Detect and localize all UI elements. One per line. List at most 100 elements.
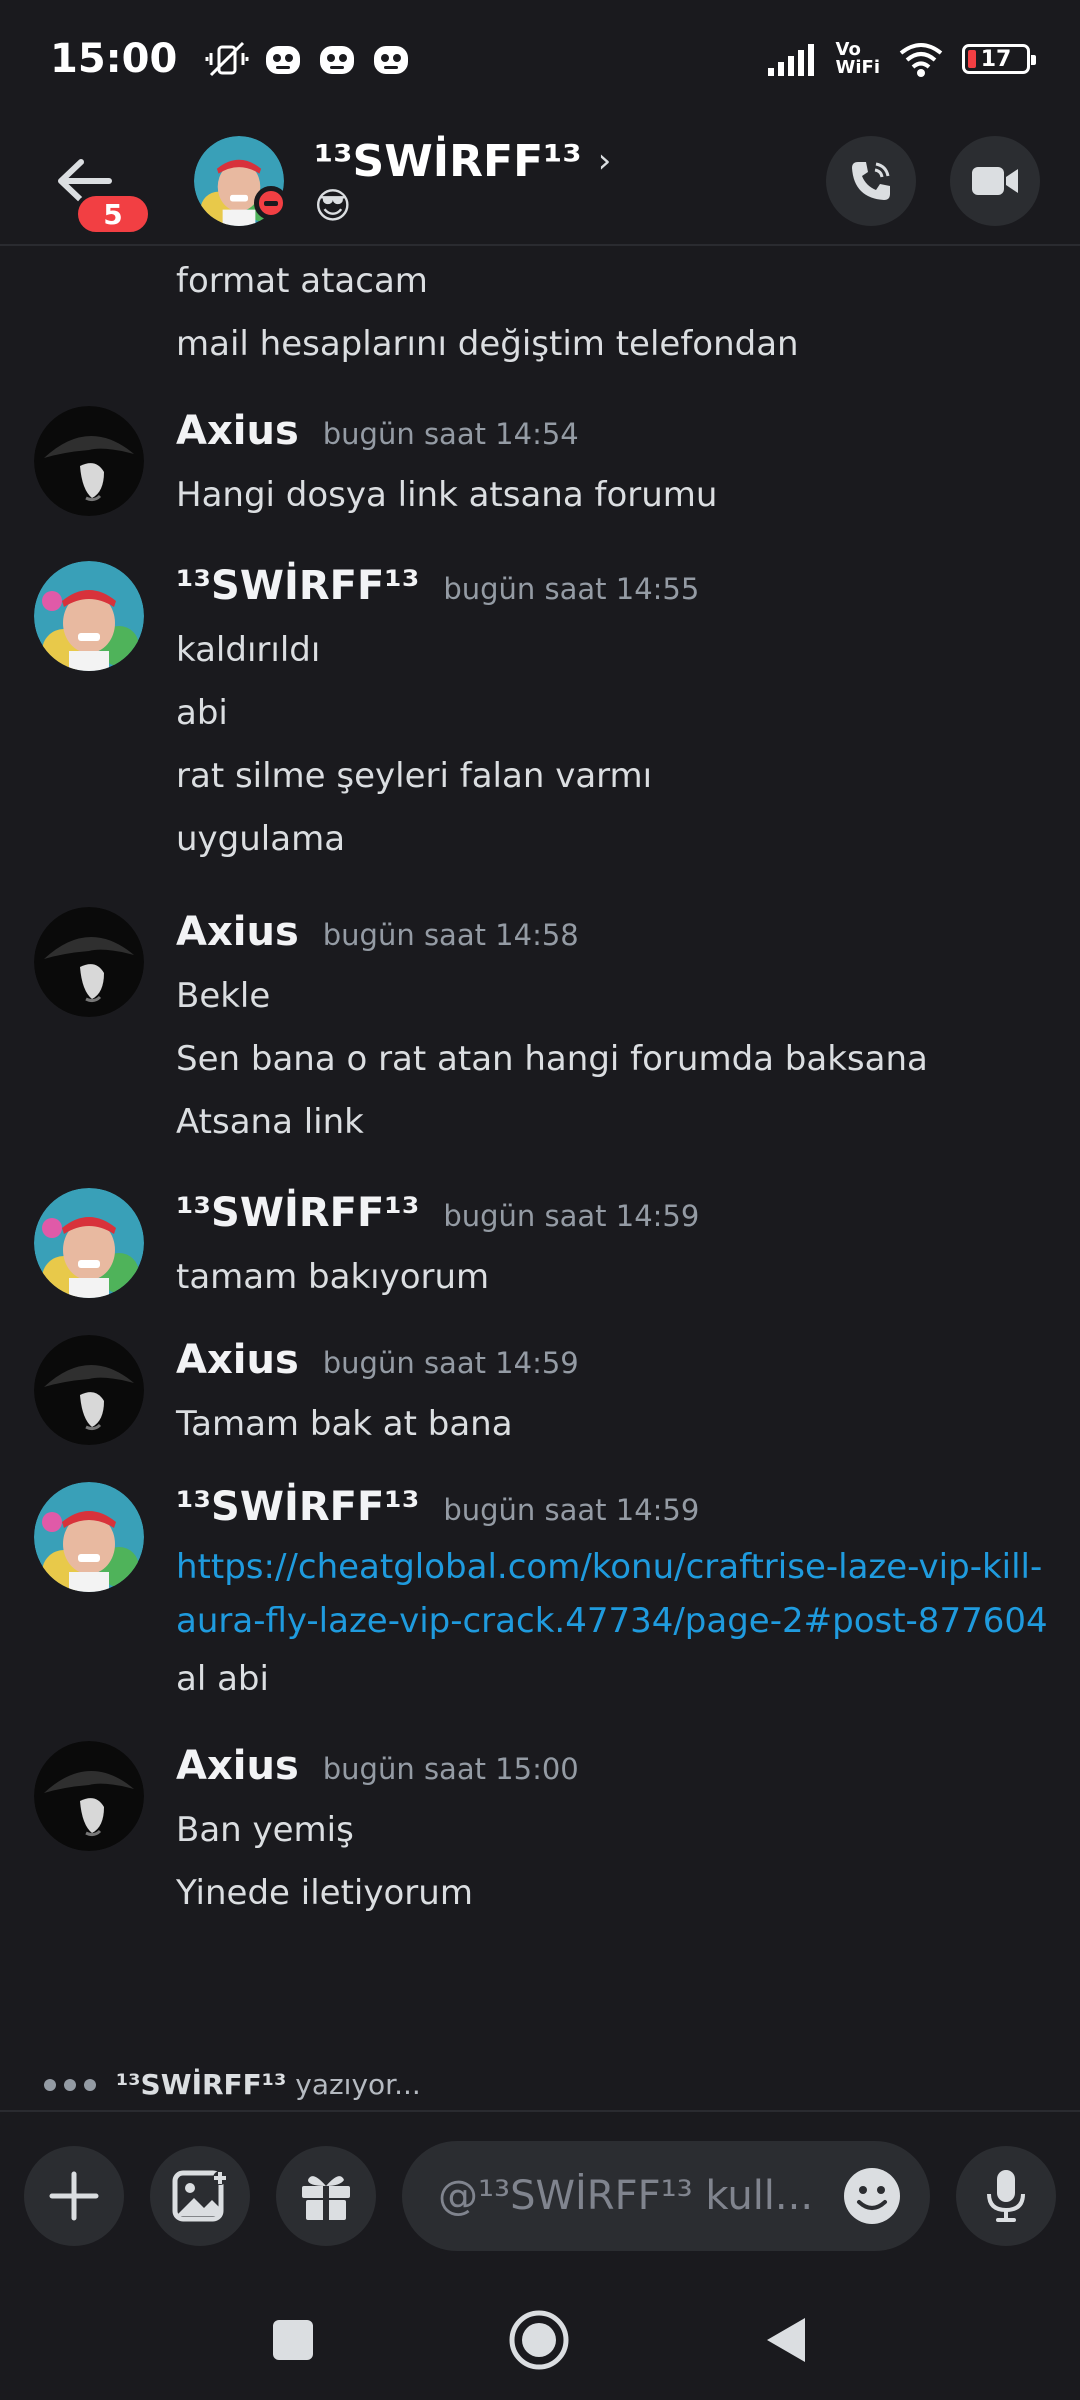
user-avatar[interactable] bbox=[34, 907, 144, 1017]
video-camera-icon bbox=[972, 167, 1018, 195]
author-name[interactable]: Axius bbox=[176, 1743, 299, 1789]
message-body: Axius bugün saat 15:00 Ban yemiş Yinede ile… bbox=[176, 1741, 1080, 1925]
custom-status-emoji: 😎 bbox=[314, 185, 352, 227]
message-header: ¹³SWİRFF¹³ bugün saat 14:59 bbox=[176, 1190, 1060, 1246]
typing-dots-icon bbox=[44, 2078, 96, 2091]
message-text: uygulama bbox=[176, 819, 346, 859]
dnd-status-dot bbox=[254, 186, 288, 220]
chevron-right-icon: › bbox=[597, 141, 612, 181]
message-input[interactable]: @¹³SWİRFF¹³ kull... bbox=[402, 2141, 930, 2251]
battery-indicator: 17 bbox=[962, 44, 1036, 74]
user-avatar[interactable] bbox=[34, 1741, 144, 1851]
app-notification-icon bbox=[317, 41, 357, 77]
typing-suffix: yazıyor... bbox=[286, 2068, 421, 2101]
wifi-icon bbox=[898, 41, 944, 77]
message-timestamp: bugün saat 14:55 bbox=[443, 572, 700, 606]
message-body: ¹³SWİRFF¹³ bugün saat 14:55 kaldırıldı abi r… bbox=[176, 561, 1080, 871]
message-text: Sen bana o rat atan hangi forumda baksan… bbox=[176, 1039, 928, 1079]
message-body: ¹³SWİRFF¹³ bugün saat 14:59 https://cheatg… bbox=[176, 1482, 1080, 1711]
message-timestamp: bugün saat 15:00 bbox=[322, 1752, 579, 1786]
message-timestamp: bugün saat 14:54 bbox=[322, 417, 579, 451]
author-name[interactable]: Axius bbox=[176, 408, 299, 454]
mute-vibrate-icon bbox=[205, 39, 249, 79]
system-navigation-bar bbox=[0, 2280, 1080, 2400]
author-name[interactable]: Axius bbox=[176, 1337, 299, 1383]
smiley-icon bbox=[844, 2168, 900, 2224]
message-timestamp: bugün saat 14:59 bbox=[322, 1346, 579, 1380]
message-list: format atacam mail hesaplarını değiştim t… bbox=[0, 248, 1080, 2108]
message-text: format atacam bbox=[176, 261, 428, 301]
vowifi-label: Vo WiFi bbox=[835, 39, 881, 78]
author-name[interactable]: Axius bbox=[176, 909, 299, 955]
typing-user-name: ¹³SWİRFF¹³ bbox=[116, 2068, 287, 2101]
plus-icon bbox=[49, 2171, 99, 2221]
chat-header: 5 ¹³SWİRFF¹³ › 😎 bbox=[0, 118, 1080, 246]
back-nav-button[interactable] bbox=[761, 2314, 811, 2366]
user-avatar[interactable] bbox=[34, 561, 144, 671]
message-timestamp: bugün saat 14:59 bbox=[443, 1493, 700, 1527]
app-notification-icon bbox=[263, 41, 303, 77]
message-header: Axius bugün saat 14:59 bbox=[176, 1337, 1060, 1393]
user-avatar[interactable] bbox=[34, 1482, 144, 1592]
battery-level: 17 bbox=[980, 46, 1012, 72]
message-text: al abi bbox=[176, 1659, 269, 1699]
message-header: Axius bugün saat 14:54 bbox=[176, 408, 1060, 464]
message-text: Tamam bak at bana bbox=[176, 1404, 513, 1444]
user-avatar[interactable] bbox=[34, 406, 144, 516]
header-user-info[interactable]: ¹³SWİRFF¹³ › 😎 bbox=[314, 136, 611, 227]
emoji-button[interactable] bbox=[842, 2166, 902, 2226]
message-body: ¹³SWİRFF¹³ bugün saat 14:59 tamam bakıyoru… bbox=[176, 1188, 1080, 1309]
message-body: Axius bugün saat 14:58 Bekle Sen bana o rat… bbox=[176, 907, 1080, 1154]
message-group: ¹³SWİRFF¹³ bugün saat 14:59 https://cheatg… bbox=[0, 1482, 1080, 1711]
app-notification-icon bbox=[371, 41, 411, 77]
status-time: 15:00 bbox=[50, 36, 178, 82]
message-body: Axius bugün saat 14:54 Hangi dosya link at… bbox=[176, 406, 1080, 527]
message-group: Axius bugün saat 14:58 Bekle Sen bana o rat… bbox=[0, 907, 1080, 1154]
home-button[interactable] bbox=[507, 2308, 571, 2372]
author-name[interactable]: ¹³SWİRFF¹³ bbox=[176, 1190, 419, 1236]
screen: 15:00 Vo WiFi 17 5 ¹³SWİRFF¹³ › 😎 format… bbox=[0, 0, 1080, 2400]
message-composer: @¹³SWİRFF¹³ kull... bbox=[0, 2110, 1080, 2280]
video-call-button[interactable] bbox=[950, 136, 1040, 226]
message-text: abi bbox=[176, 693, 228, 733]
message-input-placeholder: @¹³SWİRFF¹³ kull... bbox=[438, 2173, 814, 2219]
message-text: Yinede iletiyorum bbox=[176, 1873, 473, 1913]
message-header: Axius bugün saat 15:00 bbox=[176, 1743, 1060, 1799]
recents-button[interactable] bbox=[269, 2316, 317, 2364]
message-group: ¹³SWİRFF¹³ bugün saat 14:59 tamam bakıyoru… bbox=[0, 1188, 1080, 1309]
add-attachment-button[interactable] bbox=[24, 2146, 124, 2246]
microphone-icon bbox=[987, 2170, 1025, 2222]
voice-message-button[interactable] bbox=[956, 2146, 1056, 2246]
gift-button[interactable] bbox=[276, 2146, 376, 2246]
message-groups: Axius bugün saat 14:54 Hangi dosya link at… bbox=[0, 406, 1080, 1925]
image-icon bbox=[172, 2170, 227, 2222]
user-avatar[interactable] bbox=[34, 1335, 144, 1445]
typing-indicator: ¹³SWİRFF¹³ yazıyor... bbox=[44, 2068, 421, 2101]
message-link[interactable]: https://cheatglobal.com/konu/craftrise-l… bbox=[176, 1540, 1060, 1648]
message-timestamp: bugün saat 14:59 bbox=[443, 1199, 700, 1233]
message-timestamp: bugün saat 14:58 bbox=[322, 918, 579, 952]
gift-icon bbox=[302, 2176, 350, 2222]
message-text: Bekle bbox=[176, 976, 271, 1016]
message-text: kaldırıldı bbox=[176, 630, 321, 670]
media-picker-button[interactable] bbox=[150, 2146, 250, 2246]
message-text: Hangi dosya link atsana forumu bbox=[176, 475, 718, 515]
unread-badge: 5 bbox=[74, 192, 152, 236]
message-header: ¹³SWİRFF¹³ bugün saat 14:55 bbox=[176, 563, 1060, 619]
back-button[interactable]: 5 bbox=[40, 136, 152, 236]
voice-call-button[interactable] bbox=[826, 136, 916, 226]
message-text: Atsana link bbox=[176, 1102, 364, 1142]
message-header: ¹³SWİRFF¹³ bugün saat 14:59 bbox=[176, 1484, 1060, 1540]
message-group: Axius bugün saat 15:00 Ban yemiş Yinede ile… bbox=[0, 1741, 1080, 1925]
header-user-name: ¹³SWİRFF¹³ bbox=[314, 135, 582, 187]
message-text: tamam bakıyorum bbox=[176, 1257, 490, 1297]
author-name[interactable]: ¹³SWİRFF¹³ bbox=[176, 1484, 419, 1530]
user-avatar[interactable] bbox=[34, 1188, 144, 1298]
message-group: ¹³SWİRFF¹³ bugün saat 14:55 kaldırıldı abi r… bbox=[0, 561, 1080, 871]
continuation-messages: format atacam mail hesaplarını değiştim t… bbox=[0, 248, 1080, 376]
author-name[interactable]: ¹³SWİRFF¹³ bbox=[176, 563, 419, 609]
signal-icon bbox=[767, 42, 818, 76]
phone-icon bbox=[852, 162, 890, 200]
header-avatar[interactable] bbox=[194, 136, 288, 226]
message-text: mail hesaplarını değiştim telefondan bbox=[176, 324, 799, 364]
